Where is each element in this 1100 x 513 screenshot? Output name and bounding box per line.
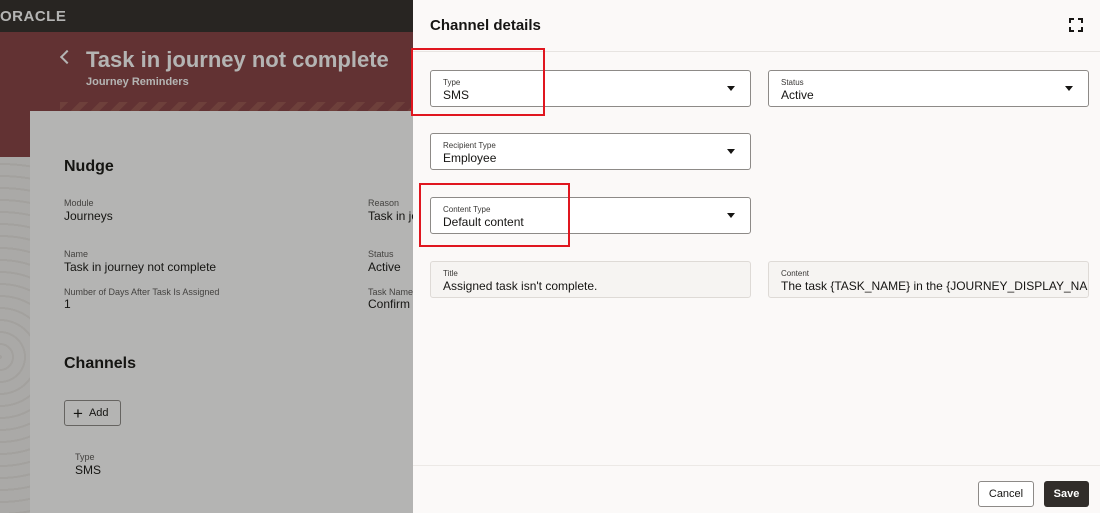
content-field-label: Content xyxy=(781,269,810,278)
drawer-title: Channel details xyxy=(430,17,541,34)
content-field[interactable]: Content The task {TASK_NAME} in the {JOU… xyxy=(768,261,1089,298)
modal-scrim[interactable] xyxy=(0,0,413,513)
recipient-type-label: Recipient Type xyxy=(443,141,496,150)
chevron-down-icon xyxy=(727,86,735,91)
status-field-label: Status xyxy=(781,78,804,87)
content-type-highlight-box xyxy=(419,183,570,247)
chevron-down-icon xyxy=(1065,86,1073,91)
expand-icon[interactable] xyxy=(1069,18,1083,32)
content-field-value: The task {TASK_NAME} in the {JOURNEY_DIS… xyxy=(781,279,1089,293)
title-field[interactable]: Title Assigned task isn't complete. xyxy=(430,261,751,298)
cancel-button[interactable]: Cancel xyxy=(978,481,1034,507)
status-select[interactable]: Status Active xyxy=(768,70,1089,107)
status-field-value: Active xyxy=(781,88,814,102)
channel-details-drawer: Channel details Type SMS Status Active R… xyxy=(411,0,1100,513)
chevron-down-icon xyxy=(727,149,735,154)
title-field-label: Title xyxy=(443,269,458,278)
type-highlight-box xyxy=(411,48,545,116)
save-button[interactable]: Save xyxy=(1044,481,1089,507)
recipient-type-value: Employee xyxy=(443,151,497,165)
recipient-type-select[interactable]: Recipient Type Employee xyxy=(430,133,751,170)
chevron-down-icon xyxy=(727,213,735,218)
title-field-value: Assigned task isn't complete. xyxy=(443,279,598,293)
background-page: ORACLE Task in journey not complete Jour… xyxy=(0,0,413,513)
